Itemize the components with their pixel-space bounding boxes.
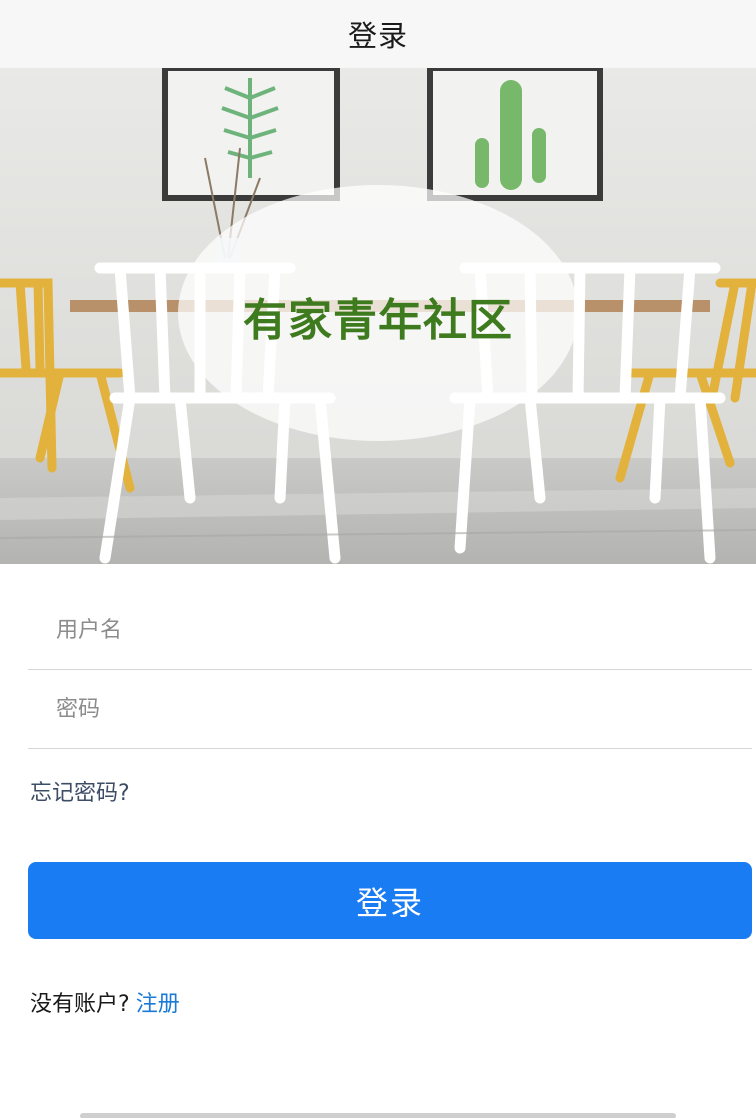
register-prompt: 没有账户? [30,992,130,1017]
register-link[interactable]: 注册 [136,992,180,1017]
page-title: 登录 [347,19,408,53]
login-button[interactable]: 登录 [28,862,752,939]
username-input[interactable] [56,592,736,668]
username-field[interactable] [28,592,752,670]
home-indicator [80,1113,676,1118]
register-row: 没有账户? 注册 [30,986,180,1018]
forgot-password-link[interactable]: 忘记密码? [30,775,130,807]
hero-banner: 有家青年社区 [0,68,756,564]
top-nav-bar: 登录 [0,0,756,68]
login-page: 登录 有家青年社区 用户名 忘记密码? 登录 没有账户? 注册 [0,0,756,1118]
password-input[interactable] [56,671,736,747]
hero-illustration [0,68,756,564]
password-field[interactable] [28,671,752,749]
